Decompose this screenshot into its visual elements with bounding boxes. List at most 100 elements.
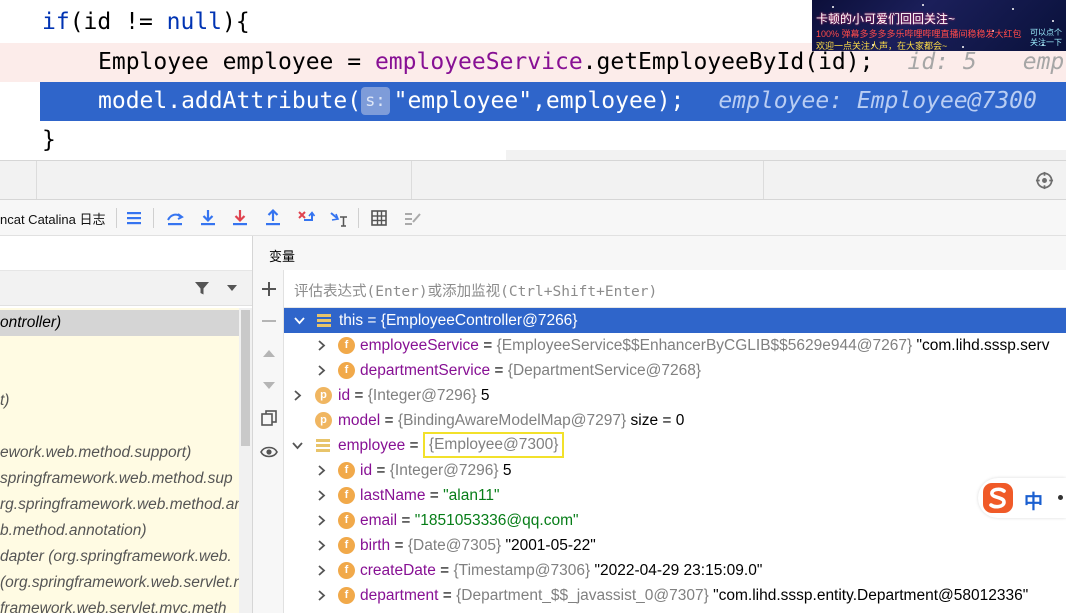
field-badge-icon: f: [338, 362, 355, 379]
equals: =: [478, 337, 497, 354]
variable-object-id: {Timestamp@7306}: [453, 562, 591, 579]
variable-row-birth[interactable]: f birth = {Date@7305} "2001-05-22": [284, 533, 1066, 558]
frame-row[interactable]: b.method.annotation): [0, 518, 239, 544]
toolbar-divider: [153, 208, 154, 228]
variable-row-id[interactable]: p id = {Integer@7296} 5: [284, 383, 1066, 408]
frames-panel: ontroller) t) ework.web.method.support) …: [0, 236, 252, 613]
variables-side-toolbar: [252, 270, 284, 613]
variable-row-department[interactable]: f department = {Department_$$_javassist_…: [284, 583, 1066, 608]
variable-name: lastName: [360, 487, 426, 504]
step-out-icon[interactable]: [263, 208, 283, 228]
frames-scrollbar[interactable]: [239, 308, 252, 613]
scrollbar-thumb[interactable]: [241, 310, 250, 446]
variable-row-email[interactable]: f email = "1851053336@qq.com": [284, 508, 1066, 533]
variable-value: size = 0: [626, 412, 685, 429]
chevron-down-icon[interactable]: [292, 440, 303, 451]
code-line-execution-point[interactable]: model.addAttribute(s: "employee",employee…: [0, 82, 1066, 121]
run-to-cursor-icon[interactable]: [329, 208, 349, 228]
stream-overlay-banner: 卡顿的小可爱们回回关注~ 100% 弹幕多多多多乐哔哩哔哩直播间稳稳发大红包 欢…: [812, 0, 1066, 51]
parameter-badge-icon: p: [315, 412, 332, 429]
move-down-icon[interactable]: [260, 376, 278, 394]
variable-name: birth: [360, 537, 391, 554]
evaluate-expression-bar[interactable]: 评估表达式(Enter)或添加监视(Ctrl+Shift+Enter): [284, 270, 1066, 308]
force-step-into-icon[interactable]: [230, 208, 250, 228]
tab-catalina-log[interactable]: ncat Catalina 日志: [0, 209, 106, 228]
equals: =: [380, 412, 398, 429]
variable-row-last-name[interactable]: f lastName = "alan11": [284, 483, 1066, 508]
frames-header: [0, 270, 252, 306]
copy-icon[interactable]: [260, 409, 278, 427]
chevron-right-icon[interactable]: [316, 365, 327, 376]
chevron-right-icon[interactable]: [316, 565, 327, 576]
chevron-right-icon[interactable]: [316, 490, 327, 501]
chevron-right-icon[interactable]: [316, 515, 327, 526]
ime-status-widget[interactable]: 中: [978, 478, 1066, 518]
remove-watch-icon[interactable]: [260, 312, 278, 330]
show-execution-point-icon[interactable]: [165, 208, 185, 228]
equals: =: [490, 362, 508, 379]
overlay-text: 关注一下: [1030, 38, 1062, 47]
variable-name: id: [360, 462, 373, 479]
eye-icon[interactable]: [260, 443, 278, 461]
variable-row-department-service[interactable]: f departmentService = {DepartmentService…: [284, 358, 1066, 383]
chevron-down-icon[interactable]: [226, 284, 238, 292]
variables-title: 变量: [269, 249, 296, 264]
equals: =: [397, 512, 415, 529]
toolbar-divider: [358, 208, 359, 228]
filter-icon[interactable]: [194, 280, 210, 296]
frame-row[interactable]: rg.springframework.web.method.an: [0, 492, 239, 518]
chevron-right-icon[interactable]: [316, 540, 327, 551]
equals: =: [390, 537, 408, 554]
variable-value: 5: [476, 387, 490, 404]
frame-row[interactable]: dapter (org.springframework.web.: [0, 544, 239, 570]
variable-row-employee[interactable]: employee = {Employee@7300}: [284, 432, 1066, 458]
chevron-right-icon[interactable]: [292, 390, 303, 401]
field-badge-icon: f: [338, 562, 355, 579]
equals: =: [363, 312, 381, 329]
frame-row[interactable]: (org.springframework.web.servlet.n: [0, 570, 239, 596]
ime-punctuation-dot: [1058, 495, 1063, 500]
evaluate-expression-input[interactable]: 评估表达式(Enter)或添加监视(Ctrl+Shift+Enter): [294, 280, 657, 301]
inline-debug-value: id: 5: [907, 49, 977, 75]
add-watch-icon[interactable]: [260, 280, 278, 298]
frame-row[interactable]: springframework.web.method.sup: [0, 466, 239, 492]
variable-row-model[interactable]: p model = {BindingAwareModelMap@7297} si…: [284, 408, 1066, 433]
variable-name: model: [338, 412, 381, 429]
variable-name: id: [338, 387, 351, 404]
field-badge-icon: f: [338, 337, 355, 354]
frame-row[interactable]: [0, 414, 239, 440]
evaluate-icon[interactable]: [369, 208, 389, 228]
horizontal-scrollbar[interactable]: [506, 150, 1066, 160]
frame-row[interactable]: [0, 336, 239, 362]
field-badge-icon: f: [338, 537, 355, 554]
frame-row[interactable]: ework.web.method.support): [0, 440, 239, 466]
frame-row[interactable]: framework.web.servlet.mvc.meth: [0, 596, 239, 613]
chevron-right-icon[interactable]: [316, 340, 327, 351]
variable-name: employee: [338, 437, 406, 454]
frame-row[interactable]: [0, 362, 239, 388]
variable-row-employee-service[interactable]: f employeeService = {EmployeeService$$En…: [284, 333, 1066, 358]
equals: =: [435, 562, 454, 579]
chevron-right-icon[interactable]: [316, 465, 327, 476]
move-up-icon[interactable]: [260, 345, 278, 363]
chevron-right-icon[interactable]: [316, 590, 327, 601]
object-fields-icon: [317, 314, 331, 327]
step-into-icon[interactable]: [198, 208, 218, 228]
chevron-down-icon[interactable]: [294, 315, 305, 326]
drop-frame-icon[interactable]: [296, 208, 316, 228]
menu-icon[interactable]: [124, 208, 144, 228]
frame-row-selected[interactable]: ontroller): [0, 310, 239, 336]
variable-row-this[interactable]: this = {EmployeeController@7266}: [284, 308, 1066, 333]
variable-name: createDate: [360, 562, 436, 579]
crosshair-icon[interactable]: [1035, 171, 1054, 190]
variable-name: this: [339, 312, 364, 329]
variable-row-employee-id[interactable]: f id = {Integer@7296} 5: [284, 458, 1066, 483]
sogou-logo-icon: [983, 483, 1013, 513]
trace-icon[interactable]: [402, 208, 422, 228]
object-fields-icon: [316, 439, 330, 452]
variable-row-create-date[interactable]: f createDate = {Timestamp@7306} "2022-04…: [284, 558, 1066, 583]
variable-object-id: {Department_$$_javassist_0@7307}: [456, 587, 709, 604]
header-divider: [411, 161, 412, 199]
variable-value: {EmployeeController@7266}: [380, 312, 578, 329]
frame-row[interactable]: t): [0, 388, 239, 414]
